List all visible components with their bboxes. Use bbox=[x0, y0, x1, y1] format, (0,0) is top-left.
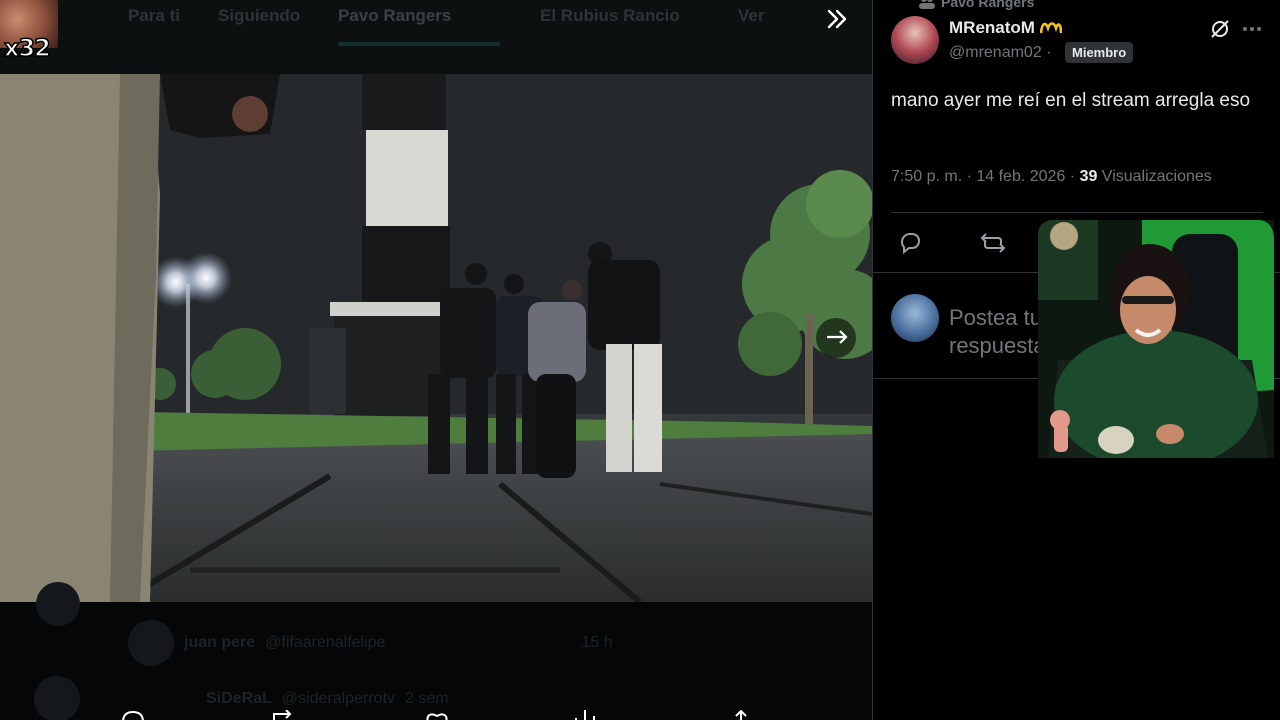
reply-author-handle: @sideralperrotv bbox=[281, 690, 395, 707]
multiplier-counter: x32 bbox=[3, 33, 51, 63]
tab-siguiendo[interactable]: Siguiendo bbox=[218, 6, 300, 26]
post-timestamp[interactable]: 7:50 p. m. · 14 feb. 2026 · bbox=[891, 168, 1080, 185]
avatar bbox=[34, 676, 80, 720]
views-count: 39 bbox=[1079, 168, 1098, 185]
tab-para-ti[interactable]: Para ti bbox=[128, 6, 180, 26]
reply-author-handle: @fifaarenalfelipe bbox=[265, 634, 386, 651]
tab-pavo-rangers[interactable]: Pavo Rangers bbox=[338, 6, 451, 26]
people-icon bbox=[919, 0, 935, 9]
media-viewer-pane: Para ti Siguiendo Pavo Rangers El Rubius… bbox=[0, 0, 872, 720]
views-icon[interactable] bbox=[572, 710, 598, 720]
video-scene bbox=[0, 74, 872, 602]
avatar bbox=[128, 620, 174, 666]
grok-icon[interactable] bbox=[1209, 18, 1231, 40]
tab-rubius[interactable]: El Rubius Rancio bbox=[540, 6, 680, 26]
avatar[interactable] bbox=[891, 16, 939, 64]
community-name: Pavo Rangers bbox=[941, 0, 1035, 10]
avatar bbox=[891, 294, 939, 342]
separator-dot: · bbox=[1046, 44, 1052, 61]
post-metadata: 7:50 p. m. · 14 feb. 2026 · 39 Visualiza… bbox=[891, 168, 1212, 186]
list-item[interactable]: juan pere @fifaarenalfelipe 15 h bbox=[128, 620, 613, 666]
reply-author-name: juan pere bbox=[184, 634, 256, 651]
play-icon[interactable] bbox=[36, 582, 80, 626]
reply-icon[interactable] bbox=[120, 710, 146, 720]
author-name[interactable]: MRenatoM bbox=[949, 18, 1062, 38]
post-text: mano ayer me reí en el stream arregla es… bbox=[891, 90, 1251, 111]
chevrons-right-icon[interactable] bbox=[822, 4, 852, 34]
share-icon[interactable] bbox=[728, 710, 754, 720]
divider bbox=[891, 212, 1263, 213]
arches-emoji-icon bbox=[1039, 22, 1062, 34]
tab-more[interactable]: Ver bbox=[738, 6, 764, 26]
like-icon[interactable] bbox=[424, 710, 450, 720]
author-handle-line: @mrenam02 · bbox=[949, 44, 1052, 62]
reply-icon[interactable] bbox=[897, 230, 923, 256]
reply-author-name: SiDeRaL bbox=[206, 690, 272, 707]
member-badge: Miembro bbox=[1065, 42, 1134, 63]
streamer-webcam bbox=[1038, 220, 1274, 458]
views-label: Visualizaciones bbox=[1097, 168, 1212, 185]
webcam-scene bbox=[1038, 220, 1274, 458]
video-frame[interactable] bbox=[0, 74, 872, 602]
active-tab-indicator bbox=[338, 42, 500, 46]
community-label[interactable]: Pavo Rangers bbox=[919, 0, 1034, 10]
author-display-name: MRenatoM bbox=[949, 18, 1035, 37]
repost-icon[interactable] bbox=[979, 230, 1007, 256]
reply-time: 15 h bbox=[581, 634, 613, 651]
list-item[interactable]: SiDeRaL @sideralperrotv 2 sem bbox=[34, 676, 449, 720]
community-tabs-bar: Para ti Siguiendo Pavo Rangers El Rubius… bbox=[0, 0, 872, 74]
author-handle[interactable]: @mrenam02 bbox=[949, 44, 1042, 61]
replies-list-faded: juan pere @fifaarenalfelipe 15 h SiDeRaL… bbox=[0, 582, 872, 720]
reply-input[interactable]: Postea tu respuesta bbox=[949, 304, 1049, 360]
more-icon[interactable] bbox=[1241, 18, 1263, 40]
repost-icon[interactable] bbox=[270, 710, 296, 720]
reply-time: 2 sem bbox=[404, 690, 449, 707]
